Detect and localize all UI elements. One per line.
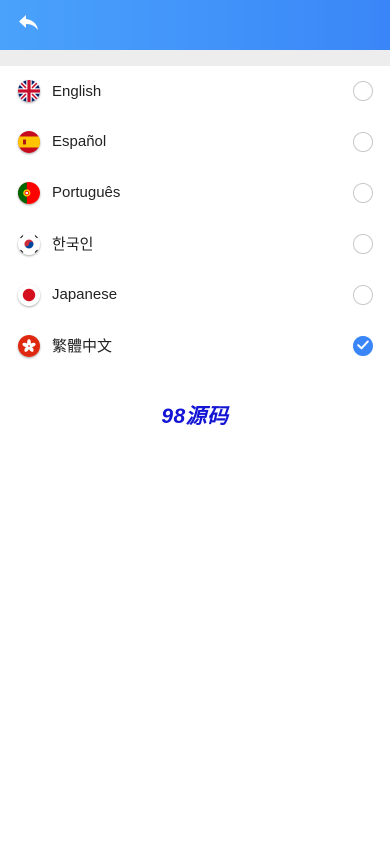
watermark-text: 98源码	[161, 405, 229, 428]
language-option-english[interactable]: English	[0, 66, 390, 116]
language-label: 繁體中文	[52, 338, 113, 355]
language-label: Español	[52, 133, 107, 150]
language-option-korean[interactable]: 한국인	[0, 218, 390, 269]
language-label: English	[52, 82, 102, 100]
korea-flag-icon	[18, 232, 40, 255]
language-label: Japanese	[52, 286, 118, 303]
radio-button[interactable]	[353, 284, 373, 305]
radio-button[interactable]	[353, 131, 373, 152]
radio-button[interactable]	[353, 81, 373, 101]
back-arrow-icon	[18, 14, 40, 37]
language-label: Português	[52, 184, 121, 201]
section-separator	[0, 50, 390, 66]
radio-button-checked[interactable]	[353, 335, 373, 356]
japan-flag-icon	[18, 283, 40, 306]
radio-button[interactable]	[353, 233, 373, 254]
language-option-japanese[interactable]: Japanese	[0, 269, 390, 320]
spain-flag-icon	[18, 130, 40, 153]
portugal-flag-icon	[18, 181, 40, 204]
uk-flag-icon	[18, 80, 40, 102]
language-label: 한국인	[52, 236, 94, 253]
language-list: English Español Português 한국인 Japanese 繁…	[0, 66, 390, 371]
hongkong-flag-icon	[18, 334, 40, 357]
top-app-bar	[0, 0, 390, 50]
radio-button[interactable]	[353, 182, 373, 203]
language-option-portugues[interactable]: Português	[0, 167, 390, 218]
language-option-espanol[interactable]: Español	[0, 116, 390, 167]
language-option-traditional-chinese[interactable]: 繁體中文	[0, 320, 390, 371]
back-button[interactable]	[14, 10, 44, 40]
checkmark-icon	[357, 337, 369, 355]
